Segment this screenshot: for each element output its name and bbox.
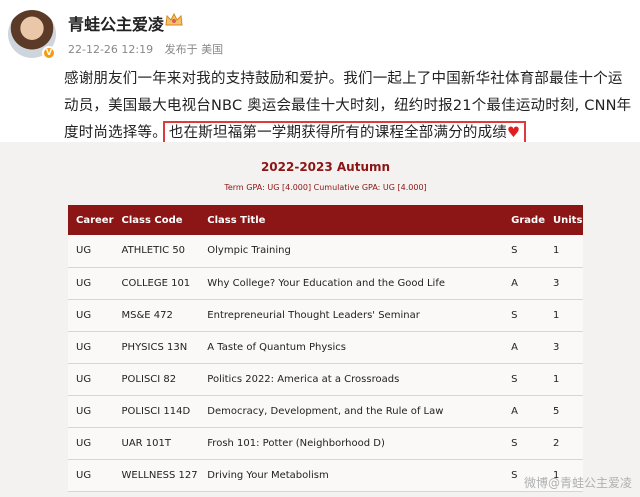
post-body: 感谢朋友们一年来对我的支持鼓励和爱护。我们一起上了中国新华社体育部最佳十个运动员… (64, 66, 636, 147)
watermark: 微博@青蛙公主爱凌 (523, 476, 632, 490)
cell-career: UG (68, 363, 114, 396)
cell-class-title: Democracy, Development, and the Rule of … (199, 395, 504, 428)
cell-units: 3 (545, 331, 583, 364)
cell-class-title: Politics 2022: America at a Crossroads (199, 363, 504, 396)
cell-units: 1 (545, 235, 583, 268)
cell-grade: S (503, 427, 545, 460)
cell-grade: S (503, 363, 545, 396)
cell-class-code: POLISCI 82 (113, 363, 200, 396)
table-row: UG WELLNESS 127 Driving Your Metabolism … (68, 459, 583, 492)
grades-table: Career Class Code Class Title Grade Unit… (68, 205, 583, 492)
cell-class-code: ATHLETIC 50 (113, 235, 200, 268)
cell-units: 3 (545, 267, 583, 300)
cell-class-code: PHYSICS 13N (113, 331, 200, 364)
cell-grade: A (503, 395, 545, 428)
cell-class-code: MS&E 472 (113, 299, 200, 332)
transcript-image[interactable]: 2022-2023 Autumn Term GPA: UG [4.000] Cu… (0, 142, 640, 497)
col-class-title: Class Title (199, 205, 504, 235)
col-units: Units (545, 205, 583, 235)
cell-grade: A (503, 267, 545, 300)
post-header: V 青蛙公主爱凌 22-12-26 12:19 发布于 美国 (0, 0, 640, 68)
cell-grade: S (503, 235, 545, 268)
post-date[interactable]: 22-12-26 12:19 (68, 43, 153, 56)
cell-career: UG (68, 267, 114, 300)
cell-class-title: A Taste of Quantum Physics (199, 331, 504, 364)
cell-class-code: WELLNESS 127 (113, 459, 200, 492)
cell-class-title: Why College? Your Education and the Good… (199, 267, 504, 300)
table-row: UG UAR 101T Frosh 101: Potter (Neighborh… (68, 427, 583, 460)
crown-badge-icon (165, 12, 183, 26)
cell-career: UG (68, 459, 114, 492)
cell-class-code: UAR 101T (113, 427, 200, 460)
cell-class-title: Frosh 101: Potter (Neighborhood D) (199, 427, 504, 460)
cell-career: UG (68, 235, 114, 268)
cell-grade: A (503, 331, 545, 364)
cell-units: 5 (545, 395, 583, 428)
table-row: UG PHYSICS 13N A Taste of Quantum Physic… (68, 331, 583, 364)
col-class-code: Class Code (113, 205, 200, 235)
table-row: UG MS&E 472 Entrepreneurial Thought Lead… (68, 299, 583, 332)
table-row: UG ATHLETIC 50 Olympic Training S 1 (68, 235, 583, 268)
cell-career: UG (68, 427, 114, 460)
gpa-line: Term GPA: UG [4.000] Cumulative GPA: UG … (224, 183, 427, 192)
cell-class-code: COLLEGE 101 (113, 267, 200, 300)
cell-units: 1 (545, 363, 583, 396)
col-career: Career (68, 205, 114, 235)
cell-class-code: POLISCI 114D (113, 395, 200, 428)
post-source: 发布于 美国 (164, 43, 224, 56)
verified-badge-icon: V (42, 46, 56, 60)
cell-class-title: Olympic Training (199, 235, 504, 268)
highlighted-text: 也在斯坦福第一学期获得所有的课程全部满分的成绩♥ (162, 121, 527, 145)
cell-career: UG (68, 331, 114, 364)
table-row: UG POLISCI 82 Politics 2022: America at … (68, 363, 583, 396)
table-row: UG POLISCI 114D Democracy, Development, … (68, 395, 583, 428)
cell-units: 1 (545, 299, 583, 332)
col-grade: Grade (503, 205, 545, 235)
cell-career: UG (68, 299, 114, 332)
cell-class-title: Entrepreneurial Thought Leaders' Seminar (199, 299, 504, 332)
cell-units: 2 (545, 427, 583, 460)
post-meta: 22-12-26 12:19 发布于 美国 (68, 41, 231, 57)
term-title: 2022-2023 Autumn (260, 160, 391, 174)
cell-career: UG (68, 395, 114, 428)
table-row: UG COLLEGE 101 Why College? Your Educati… (68, 267, 583, 300)
cell-grade: S (503, 299, 545, 332)
username[interactable]: 青蛙公主爱凌 (68, 11, 164, 35)
heart-icon: ♥ (507, 125, 521, 141)
highlighted-text-content: 也在斯坦福第一学期获得所有的课程全部满分的成绩 (168, 125, 508, 141)
cell-class-title: Driving Your Metabolism (199, 459, 504, 492)
table-header-row: Career Class Code Class Title Grade Unit… (68, 205, 583, 235)
